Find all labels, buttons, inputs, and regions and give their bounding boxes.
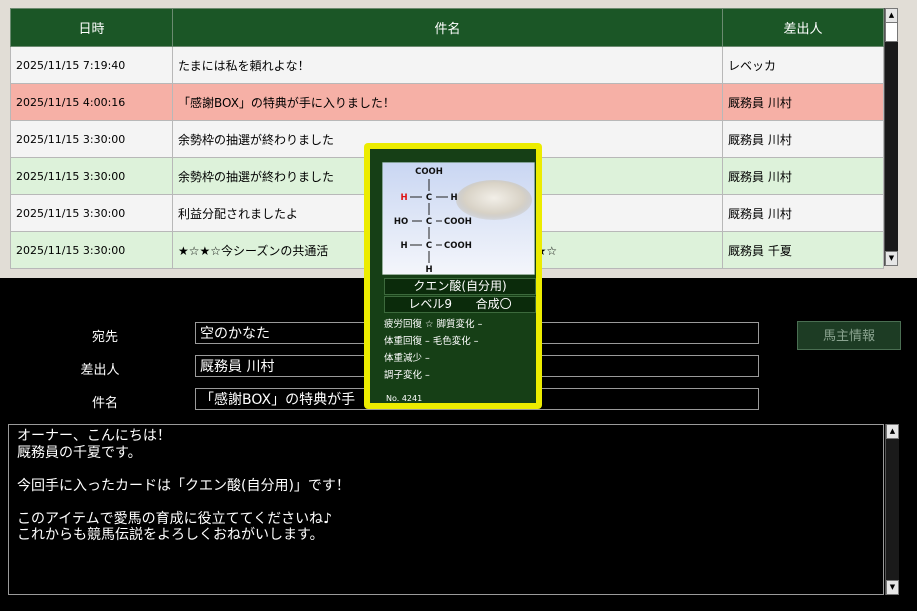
mail-date: 2025/11/15 4:00:16	[10, 83, 173, 121]
item-card-stat: 体重回復 – 毛色変化 –	[384, 336, 479, 347]
item-card-stat: 疲労回復 ☆ 脚質変化 –	[384, 319, 483, 330]
message-line: 今回手に入ったカードは「クエン酸(自分用)」です！	[17, 477, 350, 494]
message-line	[17, 494, 350, 511]
message-line: 厩務員の千夏です。	[17, 444, 142, 461]
item-card-number: No. 4241	[386, 394, 423, 403]
formula-row3-right: COOH	[444, 241, 472, 251]
scroll-thumb[interactable]	[885, 22, 898, 42]
mail-subject-head: ★☆★☆今シーズンの共通活	[178, 243, 329, 258]
formula-row2-left: HO	[394, 217, 408, 227]
mail-subject: たまには私を頼れよな！	[172, 46, 723, 84]
citric-acid-image: COOH H C H HO C COOH H C COOH H	[382, 162, 535, 275]
formula-row1-right: H	[450, 193, 457, 203]
mail-sender: 厩務員 千夏	[722, 231, 884, 269]
mail-sender: レベッカ	[722, 46, 884, 84]
column-header-subject[interactable]: 件名	[172, 8, 723, 47]
column-header-sender[interactable]: 差出人	[722, 8, 884, 47]
formula-top: COOH	[415, 167, 443, 177]
formula-row3-left: H	[400, 241, 407, 251]
mail-date: 2025/11/15 7:19:40	[10, 46, 173, 84]
formula-row2-c: C	[426, 217, 432, 227]
scroll-up-arrow-icon[interactable]: ▲	[886, 424, 899, 439]
message-line: これからも競馬伝説をよろしくおねがいします。	[17, 527, 324, 543]
formula-bottom: H	[425, 265, 432, 275]
mail-sender: 厩務員 川村	[722, 194, 884, 232]
message-line: オーナー、こんにちは！	[17, 428, 171, 444]
owner-info-button[interactable]: 馬主情報	[797, 321, 901, 350]
mail-date: 2025/11/15 3:30:00	[10, 194, 173, 232]
formula-row3-c: C	[426, 241, 432, 251]
table-header-row: 日時 件名 差出人	[10, 8, 884, 47]
subject-label: 件名	[91, 396, 118, 411]
item-card-stat: 調子変化 –	[384, 370, 430, 381]
item-card-popup: COOH H C H HO C COOH H C COOH H クエン酸(自分用…	[364, 143, 542, 409]
mail-list-scrollbar[interactable]: ▲ ▼	[884, 8, 898, 266]
scroll-up-arrow-icon[interactable]: ▲	[885, 8, 898, 23]
mail-sender: 厩務員 川村	[722, 157, 884, 195]
column-header-date[interactable]: 日時	[10, 8, 173, 47]
message-line	[17, 461, 350, 478]
table-row[interactable]: 2025/11/15 7:19:40 たまには私を頼れよな！ レベッカ	[10, 46, 884, 84]
item-card-name: クエン酸(自分用)	[384, 278, 536, 295]
from-label: 差出人	[80, 363, 120, 378]
scroll-down-arrow-icon[interactable]: ▼	[885, 251, 898, 266]
item-card-level-row: レベル9 合成〇	[384, 296, 536, 313]
formula-row2-right: COOH	[444, 217, 472, 227]
message-line: このアイテムで愛馬の育成に役立ててくださいね♪	[17, 510, 333, 527]
mail-sender: 厩務員 川村	[722, 120, 884, 158]
item-card-level: レベル9	[408, 297, 452, 311]
mail-subject: 「感謝BOX」の特典が手に入りました！	[172, 83, 723, 121]
message-body-text: オーナー、こんにちは！ 厩務員の千夏です。 今回手に入ったカードは「クエン酸(自分…	[17, 428, 350, 544]
item-card-synthesis: 合成〇	[475, 297, 512, 311]
formula-row1-left: H	[400, 193, 407, 203]
mail-date: 2025/11/15 3:30:00	[10, 120, 173, 158]
item-card-body: COOH H C H HO C COOH H C COOH H クエン酸(自分用…	[370, 149, 536, 403]
mail-date: 2025/11/15 3:30:00	[10, 157, 173, 195]
message-body-scrollbar[interactable]: ▲ ▼	[885, 424, 899, 595]
formula-row1-c: C	[426, 193, 432, 203]
table-row[interactable]: 2025/11/15 4:00:16 「感謝BOX」の特典が手に入りました！ 厩…	[10, 83, 884, 121]
mail-date: 2025/11/15 3:30:00	[10, 231, 173, 269]
message-body[interactable]: オーナー、こんにちは！ 厩務員の千夏です。 今回手に入ったカードは「クエン酸(自分…	[8, 424, 884, 595]
scroll-down-arrow-icon[interactable]: ▼	[886, 580, 899, 595]
item-card-stat: 体重減少 –	[384, 353, 430, 364]
to-label: 宛先	[91, 330, 118, 345]
mail-sender: 厩務員 川村	[722, 83, 884, 121]
